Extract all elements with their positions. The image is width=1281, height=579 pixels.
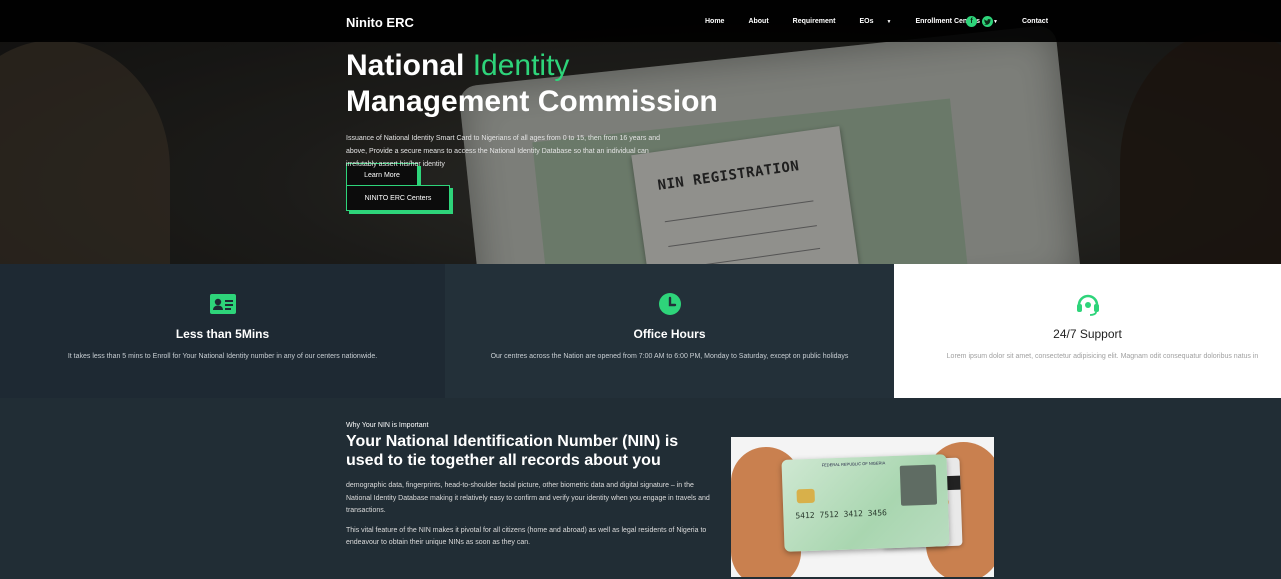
nin-card-image: FEDERAL REPUBLIC OF NIGERIA 5412 7512 34… [731,437,994,577]
feature-description: It takes less than 5 mins to Enroll for … [67,353,378,360]
features-section: Less than 5Mins It takes less than 5 min… [0,264,1281,398]
nav-item-about[interactable]: About [748,18,780,25]
nin-title: Your National Identification Number (NIN… [346,433,679,469]
card-header: FEDERAL REPUBLIC OF NIGERIA [821,460,886,468]
nav-label: Contact [1021,18,1049,25]
erc-centers-button[interactable]: NINITO ERC Centers [346,185,450,211]
brand-logo[interactable]: Ninito ERC [346,15,414,30]
twitter-bird-glyph [984,18,991,25]
nin-paragraph: demographic data, fingerprints, head-to-… [346,482,710,514]
facebook-icon[interactable]: f [966,16,977,27]
feature-description: Lorem ipsum dolor sit amet, consectetur … [946,353,1259,360]
feature-title: Less than 5Mins [175,327,270,341]
social-links: f [966,16,993,27]
nav-item-eos[interactable]: EOs ▼ [859,18,903,25]
nin-paragraph: This vital feature of the NIN makes it p… [346,526,707,547]
hero-title: National Identity Management Commission [346,48,718,120]
feature-title: Office Hours [633,327,706,341]
feature-card: Office Hours Our centres across the Nati… [445,264,894,398]
clock-icon [658,293,681,315]
nav-item-enrollment-centers[interactable]: Enrollment Centers ▼ [915,18,1010,25]
nav-label: Requirement [792,18,836,25]
twitter-icon[interactable] [982,16,993,27]
nav-item-home[interactable]: Home [705,18,736,25]
id-card-icon [209,294,236,314]
hero-title-accent: Identity [472,49,570,82]
navbar: Ninito ERC Home About Requirement EOs ▼ E… [0,0,1281,42]
headset-icon [1076,294,1099,316]
nav-item-contact[interactable]: Contact [1022,18,1060,25]
nin-eyebrow: Why Your NIN is Important [346,422,429,429]
hero-content: National Identity Management Commission … [346,48,718,211]
nin-text-block: Why Your NIN is Important Your National … [346,422,718,550]
id-card-front: FEDERAL REPUBLIC OF NIGERIA 5412 7512 34… [781,454,950,552]
nin-section: Why Your NIN is Important Your National … [0,398,1281,579]
nav-item-requirement[interactable]: Requirement [793,18,848,25]
feature-description: Our centres across the Nation are opened… [490,353,849,360]
feature-card: Less than 5Mins It takes less than 5 min… [0,264,445,398]
hero-title-part1: National [346,49,473,82]
nav-label: EOs [859,18,874,25]
feature-title: 24/7 Support [1053,327,1122,341]
hero-title-line2: Management Commission [346,85,718,118]
card-photo [899,464,938,506]
feature-card: 24/7 Support Lorem ipsum dolor sit amet,… [894,264,1281,398]
nav-menu: Home About Requirement EOs ▼ Enrollment C… [705,18,1072,25]
nav-label: Home [705,18,725,25]
nav-label: About [748,18,769,25]
card-number: 5412 7512 3412 3456 [795,508,888,521]
caret-down-icon: ▼ [886,19,892,25]
hero-description: Issuance of National Identity Smart Card… [346,135,660,168]
card-chip [796,488,815,504]
caret-down-icon: ▼ [993,19,998,25]
